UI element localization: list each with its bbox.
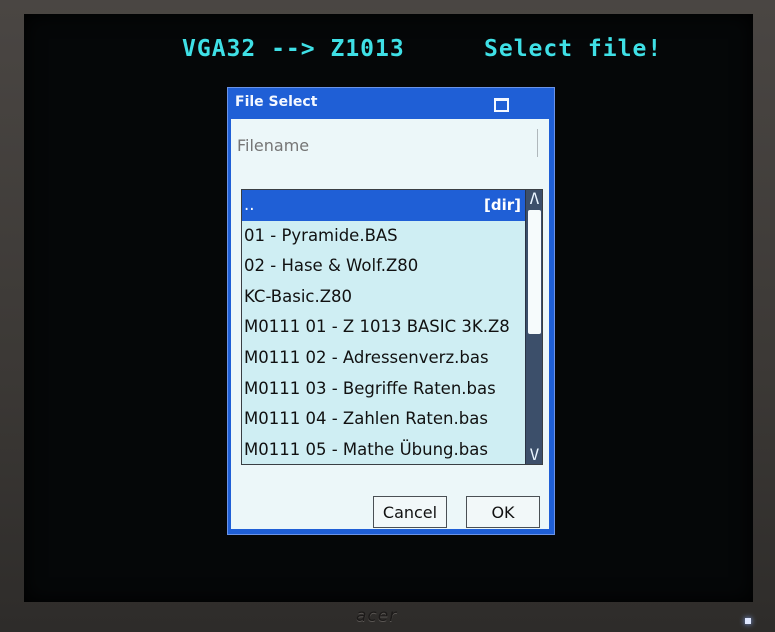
- file-list-item[interactable]: .. [dir]: [242, 190, 525, 221]
- file-name: M0111 05 - Mathe Übung.bas: [244, 439, 488, 459]
- dialog-title: File Select: [235, 94, 318, 110]
- file-list[interactable]: .. [dir] 01 - Pyramide.BAS 02 - Hase & Wolf…: [241, 189, 543, 465]
- power-led-icon[interactable]: [745, 618, 751, 624]
- file-select-dialog: File Select .. [dir] 01 - Pyramide.BAS 02 -…: [227, 87, 555, 535]
- monitor-bezel: VGA32 --> Z1013 Select file! File Select…: [0, 0, 775, 632]
- ok-button[interactable]: OK: [466, 496, 540, 528]
- file-name: KC-Basic.Z80: [244, 286, 353, 306]
- scroll-thumb[interactable]: [528, 210, 541, 334]
- file-list-item[interactable]: 01 - Pyramide.BAS: [242, 220, 525, 252]
- file-name: ..: [244, 195, 255, 214]
- header-instruction: Select file!: [484, 36, 663, 62]
- file-name: 01 - Pyramide.BAS: [244, 225, 398, 245]
- file-list-item[interactable]: M0111 03 - Begriffe Raten.bas: [242, 373, 525, 405]
- file-name: M0111 03 - Begriffe Raten.bas: [244, 378, 496, 398]
- file-name: M0111 02 - Adressenverz.bas: [244, 347, 489, 367]
- dialog-titlebar[interactable]: File Select: [228, 88, 554, 118]
- file-name: M0111 01 - Z 1013 BASIC 3K.Z8: [244, 317, 510, 337]
- header-title: VGA32 --> Z1013: [182, 36, 405, 62]
- file-list-item[interactable]: M0111 04 - Zahlen Raten.bas: [242, 404, 525, 435]
- file-list-item[interactable]: 02 - Hase & Wolf.Z80: [242, 251, 525, 282]
- file-list-item[interactable]: M0111 05 - Mathe Übung.bas: [242, 434, 525, 464]
- file-name: M0111 04 - Zahlen Raten.bas: [244, 409, 488, 429]
- dir-tag: [dir]: [484, 196, 521, 214]
- file-list-scrollbar[interactable]: Λ V: [525, 190, 542, 464]
- file-list-item[interactable]: M0111 02 - Adressenverz.bas: [242, 342, 525, 374]
- file-name: 02 - Hase & Wolf.Z80: [244, 256, 419, 276]
- dialog-client: .. [dir] 01 - Pyramide.BAS 02 - Hase & Wolf…: [231, 119, 549, 529]
- scroll-up-icon[interactable]: Λ: [526, 190, 542, 208]
- file-list-item[interactable]: M0111 01 - Z 1013 BASIC 3K.Z8: [242, 312, 525, 343]
- filename-input[interactable]: [237, 129, 538, 157]
- file-list-item[interactable]: KC-Basic.Z80: [242, 281, 525, 313]
- file-list-rows: .. [dir] 01 - Pyramide.BAS 02 - Hase & Wolf…: [242, 190, 525, 464]
- screen: VGA32 --> Z1013 Select file! File Select…: [24, 14, 753, 602]
- scroll-down-icon[interactable]: V: [526, 446, 542, 464]
- maximize-icon[interactable]: [494, 98, 509, 112]
- monitor-brand-logo: acer: [356, 606, 398, 626]
- cancel-button[interactable]: Cancel: [373, 496, 447, 528]
